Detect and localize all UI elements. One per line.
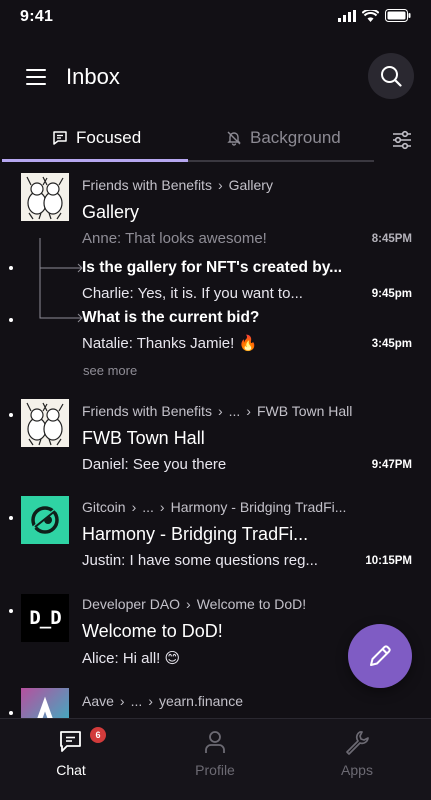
nav-apps[interactable]: Apps (302, 729, 412, 778)
thread-timestamp: 9:47PM (371, 459, 412, 471)
thread-breadcrumb: Friends with Benefits ›... › FWB Town Hall (82, 403, 353, 419)
fwb-avatar (21, 173, 69, 221)
nav-chat[interactable]: 6 Chat (16, 727, 126, 778)
unread-dot (9, 266, 13, 270)
filter-button[interactable] (390, 128, 416, 154)
thread-title: Gallery (82, 202, 140, 222)
unread-dot (9, 711, 13, 715)
thread-preview: Anne: That looks awesome! (82, 230, 267, 247)
wifi-icon (362, 9, 379, 22)
wrench-icon (346, 731, 369, 755)
nav-profile[interactable]: Profile (160, 729, 270, 778)
page-title: Inbox (66, 64, 120, 89)
reply-message: Natalie: Thanks Jamie! 🔥 (82, 335, 258, 352)
thread-item[interactable]: Aave ›... › yearn.finance (0, 684, 431, 718)
thread-timestamp: 8:45PM (371, 233, 412, 245)
menu-icon (26, 65, 50, 85)
unread-dot (9, 516, 13, 520)
search-button[interactable] (368, 53, 414, 99)
nav-apps-label: Apps (341, 762, 373, 778)
tab-focused[interactable]: Focused (52, 128, 141, 148)
unread-dot (9, 609, 13, 613)
tab-background[interactable]: Background (226, 128, 341, 148)
inbox-tabs: Focused Background (0, 118, 431, 164)
bell-off-icon (227, 131, 241, 146)
nav-chat-label: Chat (56, 762, 86, 778)
thread-preview: Daniel: See you there (82, 456, 227, 473)
pencil-icon (370, 645, 391, 666)
nav-profile-label: Profile (195, 762, 235, 778)
aave-avatar (21, 688, 69, 718)
chat-unread-badge: 6 (90, 727, 106, 743)
reply-connector (39, 238, 83, 323)
chat-bubble-icon (53, 131, 67, 145)
reply-timestamp: 3:45pm (371, 338, 412, 350)
unread-dot (9, 413, 13, 417)
reply-timestamp: 9:45pm (371, 288, 412, 300)
status-icons (338, 9, 411, 22)
reply-title[interactable]: Is the gallery for NFT's created by... (82, 259, 342, 277)
thread-breadcrumb: Aave ›... › yearn.finance (82, 693, 243, 709)
thread-preview: Justin: I have some questions reg... (82, 552, 318, 569)
gitcoin-avatar (21, 496, 69, 544)
search-icon (381, 66, 402, 87)
thread-timestamp: 10:15PM (365, 555, 412, 567)
filter-sliders-icon (393, 130, 411, 150)
thread-breadcrumb: Developer DAO › Welcome to DoD! (82, 596, 307, 612)
tab-underline (2, 159, 374, 162)
thread-breadcrumb: Gitcoin ›... › Harmony - Bridging TradFi... (82, 499, 347, 515)
compose-button[interactable] (348, 624, 412, 688)
app-header: Inbox (0, 52, 431, 104)
reply-title[interactable]: What is the current bid? (82, 309, 259, 327)
status-time: 9:41 (20, 8, 54, 25)
person-icon (205, 731, 225, 753)
see-more-link[interactable]: see more (83, 363, 137, 378)
reply-message: Charlie: Yes, it is. If you want to... (82, 285, 303, 302)
thread-title: FWB Town Hall (82, 428, 205, 448)
thread-preview: Alice: Hi all! 😊 (82, 650, 181, 667)
bottom-navigation: 6 Chat Profile Apps (0, 718, 431, 800)
thread-title: Harmony - Bridging TradFi... (82, 524, 309, 544)
thread-item[interactable]: Gitcoin ›... › Harmony - Bridging TradFi...… (0, 488, 431, 578)
status-bar: 9:41 (0, 0, 431, 34)
unread-dot (9, 318, 13, 322)
tab-background-label: Background (250, 128, 341, 147)
battery-icon (385, 9, 411, 22)
fwb-avatar (21, 399, 69, 447)
menu-button[interactable] (26, 65, 50, 89)
thread-item[interactable]: Friends with Benefits ›... › FWB Town Hall … (0, 392, 431, 482)
thread-title: Welcome to DoD! (82, 621, 223, 641)
developer-dao-avatar: D_D (21, 594, 69, 642)
thread-item[interactable]: Friends with Benefits › Gallery Gallery An… (0, 166, 431, 386)
chat-bubble-icon (60, 731, 81, 752)
signal-icon (338, 9, 356, 22)
thread-breadcrumb: Friends with Benefits › Gallery (82, 177, 273, 193)
tab-focused-label: Focused (76, 128, 142, 147)
